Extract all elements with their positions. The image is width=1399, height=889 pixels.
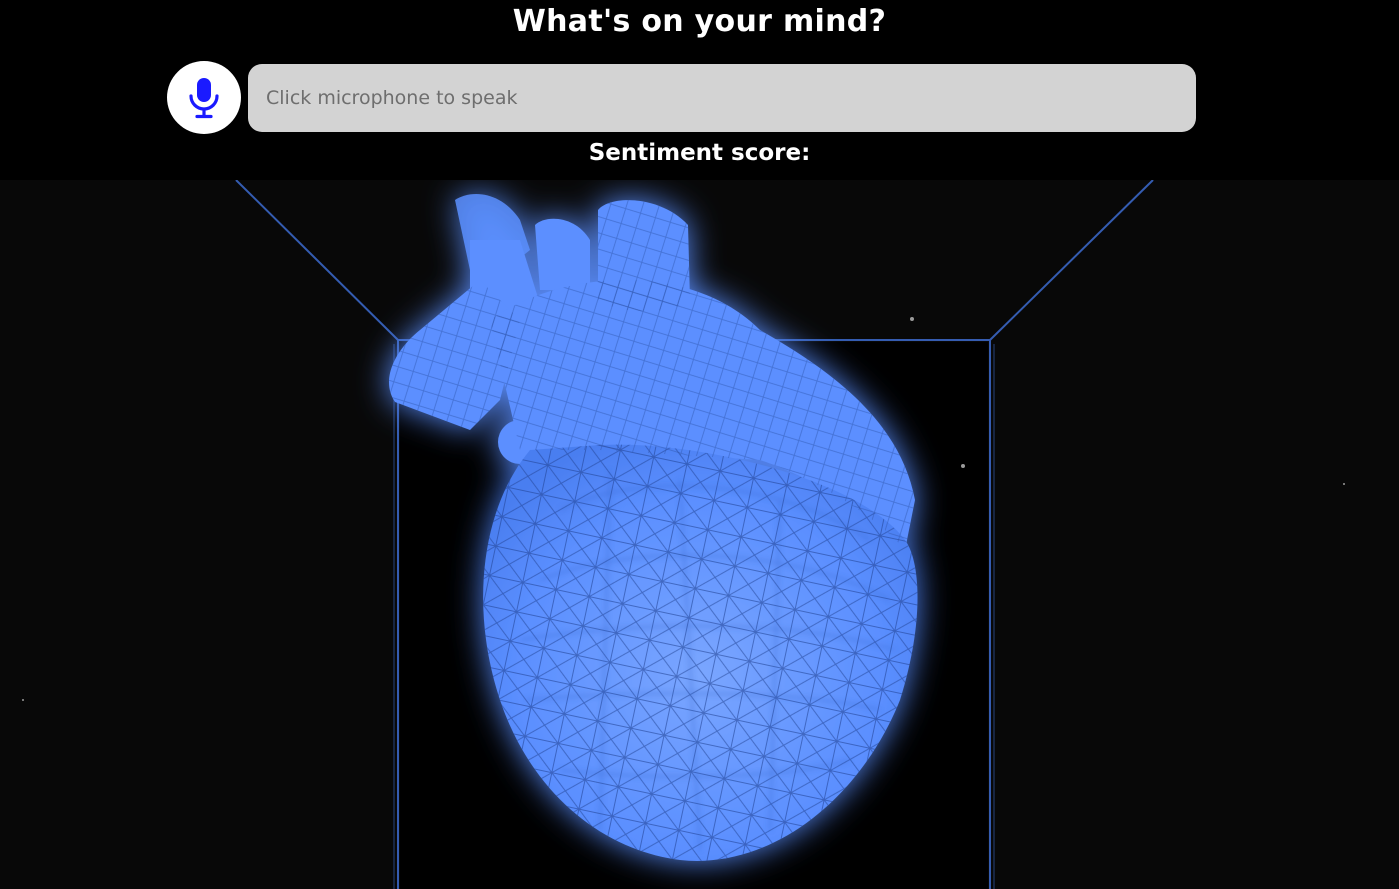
microphone-button[interactable]	[167, 61, 241, 134]
sentiment-label-text: Sentiment score:	[588, 140, 811, 166]
sentiment-score-label: Sentiment score:	[0, 140, 1399, 166]
hologram-canvas	[22, 180, 1345, 889]
page-title: What's on your mind?	[512, 4, 887, 39]
header-bar: What's on your mind? Sentiment score:	[0, 0, 1399, 180]
microphone-icon	[189, 77, 219, 118]
speech-input[interactable]	[248, 64, 1196, 132]
hologram-scene[interactable]	[0, 180, 1399, 889]
